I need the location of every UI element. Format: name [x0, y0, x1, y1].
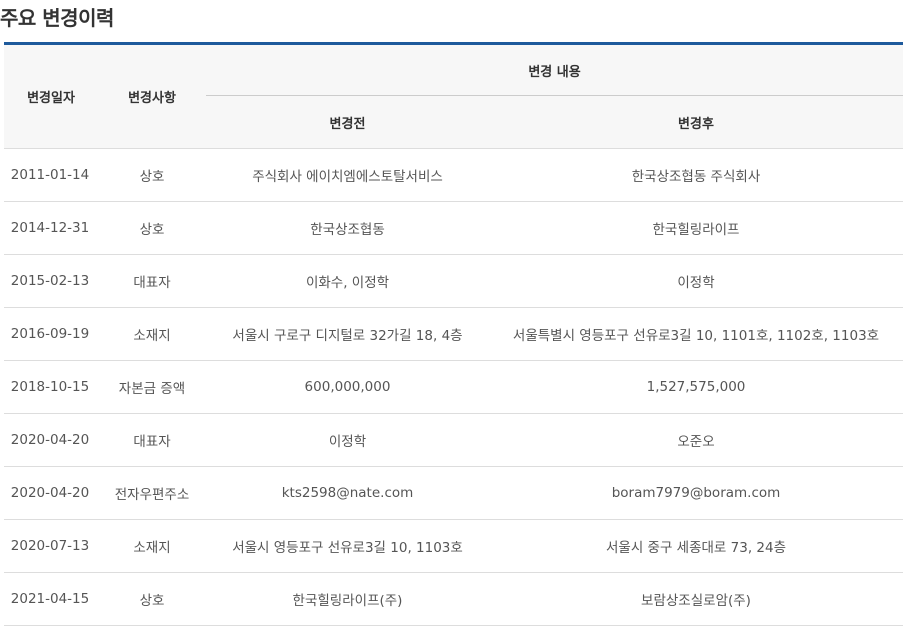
- table-header: 변경일자 변경사항 변경 내용 변경전 변경후: [4, 43, 903, 149]
- cell-after: 1,527,575,000: [489, 360, 903, 414]
- cell-type: 자본금 증액: [98, 360, 206, 414]
- cell-date: 2015-02-13: [4, 254, 98, 308]
- cell-before: 한국상조협동: [206, 201, 489, 255]
- table-row: 2015-02-13 대표자 이화수, 이정학 이정학: [4, 254, 903, 308]
- cell-date: 2020-07-13: [4, 519, 98, 573]
- header-type: 변경사항: [98, 43, 206, 149]
- change-history-table: 변경일자 변경사항 변경 내용 변경전 변경후 2011-01-14 상호 주식…: [4, 42, 903, 626]
- cell-date: 2018-10-15: [4, 360, 98, 414]
- table-row: 2020-04-20 대표자 이정학 오준오: [4, 413, 903, 467]
- cell-after: 보람상조실로암(주): [489, 572, 903, 626]
- cell-after: 서울시 중구 세종대로 73, 24층: [489, 519, 903, 573]
- section-title: 주요 변경이력: [0, 6, 114, 30]
- cell-before: 주식회사 에이치엠에스토탈서비스: [206, 148, 489, 202]
- cell-after: boram7979@boram.com: [489, 466, 903, 520]
- cell-type: 대표자: [98, 254, 206, 308]
- table-row: 2016-09-19 소재지 서울시 구로구 디지털로 32가길 18, 4층 …: [4, 307, 903, 361]
- header-date: 변경일자: [4, 43, 98, 149]
- cell-date: 2020-04-20: [4, 466, 98, 520]
- cell-after: 서울특별시 영등포구 선유로3길 10, 1101호, 1102호, 1103호: [489, 307, 903, 361]
- cell-before: 한국힐링라이프(주): [206, 572, 489, 626]
- table-row: 2014-12-31 상호 한국상조협동 한국힐링라이프: [4, 201, 903, 255]
- cell-date: 2011-01-14: [4, 148, 98, 202]
- cell-date: 2020-04-20: [4, 413, 98, 467]
- table-body: 2011-01-14 상호 주식회사 에이치엠에스토탈서비스 한국상조협동 주식…: [4, 148, 903, 626]
- table-row: 2018-10-15 자본금 증액 600,000,000 1,527,575,…: [4, 360, 903, 414]
- cell-after: 오준오: [489, 413, 903, 467]
- cell-date: 2014-12-31: [4, 201, 98, 255]
- cell-type: 소재지: [98, 519, 206, 573]
- table-row: 2020-04-20 전자우편주소 kts2598@nate.com boram…: [4, 466, 903, 520]
- cell-type: 소재지: [98, 307, 206, 361]
- table-row: 2011-01-14 상호 주식회사 에이치엠에스토탈서비스 한국상조협동 주식…: [4, 148, 903, 202]
- cell-type: 상호: [98, 201, 206, 255]
- cell-type: 상호: [98, 572, 206, 626]
- cell-date: 2016-09-19: [4, 307, 98, 361]
- cell-before: 600,000,000: [206, 360, 489, 414]
- table-row: 2021-04-15 상호 한국힐링라이프(주) 보람상조실로암(주): [4, 572, 903, 626]
- cell-before: kts2598@nate.com: [206, 466, 489, 520]
- header-after: 변경후: [489, 95, 903, 149]
- cell-after: 한국힐링라이프: [489, 201, 903, 255]
- cell-after: 이정학: [489, 254, 903, 308]
- cell-before: 이정학: [206, 413, 489, 467]
- cell-type: 상호: [98, 148, 206, 202]
- cell-before: 이화수, 이정학: [206, 254, 489, 308]
- cell-before: 서울시 구로구 디지털로 32가길 18, 4층: [206, 307, 489, 361]
- cell-type: 대표자: [98, 413, 206, 467]
- cell-date: 2021-04-15: [4, 572, 98, 626]
- cell-type: 전자우편주소: [98, 466, 206, 520]
- cell-after: 한국상조협동 주식회사: [489, 148, 903, 202]
- cell-before: 서울시 영등포구 선유로3길 10, 1103호: [206, 519, 489, 573]
- header-before: 변경전: [206, 95, 489, 149]
- table-row: 2020-07-13 소재지 서울시 영등포구 선유로3길 10, 1103호 …: [4, 519, 903, 573]
- header-content-group: 변경 내용: [206, 43, 903, 96]
